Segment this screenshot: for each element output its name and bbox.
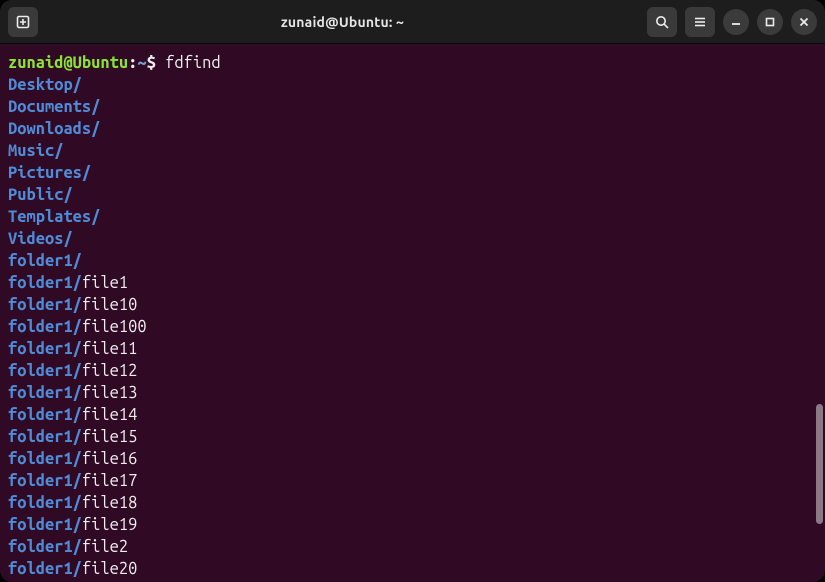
file-segment: file17: [82, 472, 137, 490]
dir-segment: folder1/: [8, 296, 82, 314]
output-line: folder1/file100: [8, 316, 817, 338]
new-tab-icon: [15, 14, 31, 30]
prompt-line: zunaid@Ubuntu:~$ fdfind: [8, 52, 817, 74]
file-segment: file13: [82, 384, 137, 402]
dir-segment: folder1/: [8, 450, 82, 468]
output-line: folder1/file13: [8, 382, 817, 404]
dir-segment: Pictures/: [8, 164, 91, 182]
dir-segment: folder1/: [8, 252, 82, 270]
output-line: Templates/: [8, 206, 817, 228]
file-segment: file1: [82, 274, 128, 292]
file-segment: file16: [82, 450, 137, 468]
dir-segment: Desktop/: [8, 76, 82, 94]
output-line: Documents/: [8, 96, 817, 118]
search-icon: [654, 14, 670, 30]
maximize-button[interactable]: [757, 9, 783, 35]
file-segment: file10: [82, 296, 137, 314]
output-line: folder1/file12: [8, 360, 817, 382]
dir-segment: folder1/: [8, 274, 82, 292]
dir-segment: Public/: [8, 186, 73, 204]
minimize-icon: [730, 16, 742, 28]
hamburger-icon: [692, 14, 708, 30]
prompt-cwd: ~: [137, 54, 146, 72]
prompt-command: fdfind: [165, 54, 220, 72]
maximize-icon: [764, 16, 776, 28]
output-line: folder1/file14: [8, 404, 817, 426]
dir-segment: folder1/: [8, 516, 82, 534]
prompt-user-host: zunaid@Ubuntu: [8, 54, 128, 72]
close-icon: [798, 16, 810, 28]
file-segment: file11: [82, 340, 137, 358]
dir-segment: Music/: [8, 142, 63, 160]
output-line: folder1/file11: [8, 338, 817, 360]
terminal-viewport[interactable]: zunaid@Ubuntu:~$ fdfind Desktop/Document…: [0, 44, 825, 582]
output-line: folder1/file17: [8, 470, 817, 492]
dir-segment: Videos/: [8, 230, 73, 248]
dir-segment: folder1/: [8, 384, 82, 402]
output-line: folder1/file1: [8, 272, 817, 294]
file-segment: file12: [82, 362, 137, 380]
menu-button[interactable]: [685, 7, 715, 37]
dir-segment: folder1/: [8, 362, 82, 380]
file-segment: file2: [82, 538, 128, 556]
dir-segment: Downloads/: [8, 120, 100, 138]
file-segment: file15: [82, 428, 137, 446]
new-tab-button[interactable]: [8, 7, 38, 37]
terminal-window: zunaid@Ubuntu: ~: [0, 0, 825, 582]
prompt-sigil: $: [147, 54, 156, 72]
dir-segment: folder1/: [8, 538, 82, 556]
dir-segment: folder1/: [8, 494, 82, 512]
output-line: Music/: [8, 140, 817, 162]
dir-segment: Documents/: [8, 98, 100, 116]
dir-segment: folder1/: [8, 560, 82, 578]
dir-segment: folder1/: [8, 318, 82, 336]
search-button[interactable]: [647, 7, 677, 37]
output-line: folder1/file20: [8, 558, 817, 580]
file-segment: file14: [82, 406, 137, 424]
output-line: Public/: [8, 184, 817, 206]
dir-segment: folder1/: [8, 340, 82, 358]
output-line: Desktop/: [8, 74, 817, 96]
output-line: folder1/file15: [8, 426, 817, 448]
output-line: folder1/file10: [8, 294, 817, 316]
terminal-output: Desktop/Documents/Downloads/Music/Pictur…: [8, 74, 817, 580]
output-line: Downloads/: [8, 118, 817, 140]
minimize-button[interactable]: [723, 9, 749, 35]
dir-segment: Templates/: [8, 208, 100, 226]
output-line: folder1/file18: [8, 492, 817, 514]
file-segment: file18: [82, 494, 137, 512]
file-segment: file19: [82, 516, 137, 534]
titlebar: zunaid@Ubuntu: ~: [0, 0, 825, 44]
output-line: folder1/file2: [8, 536, 817, 558]
output-line: folder1/: [8, 250, 817, 272]
file-segment: file100: [82, 318, 147, 336]
window-title: zunaid@Ubuntu: ~: [46, 14, 639, 30]
scrollbar-thumb[interactable]: [816, 404, 823, 524]
output-line: Pictures/: [8, 162, 817, 184]
dir-segment: folder1/: [8, 406, 82, 424]
file-segment: file20: [82, 560, 137, 578]
dir-segment: folder1/: [8, 472, 82, 490]
close-button[interactable]: [791, 9, 817, 35]
output-line: folder1/file16: [8, 448, 817, 470]
output-line: Videos/: [8, 228, 817, 250]
dir-segment: folder1/: [8, 428, 82, 446]
output-line: folder1/file19: [8, 514, 817, 536]
prompt-colon: :: [128, 54, 137, 72]
